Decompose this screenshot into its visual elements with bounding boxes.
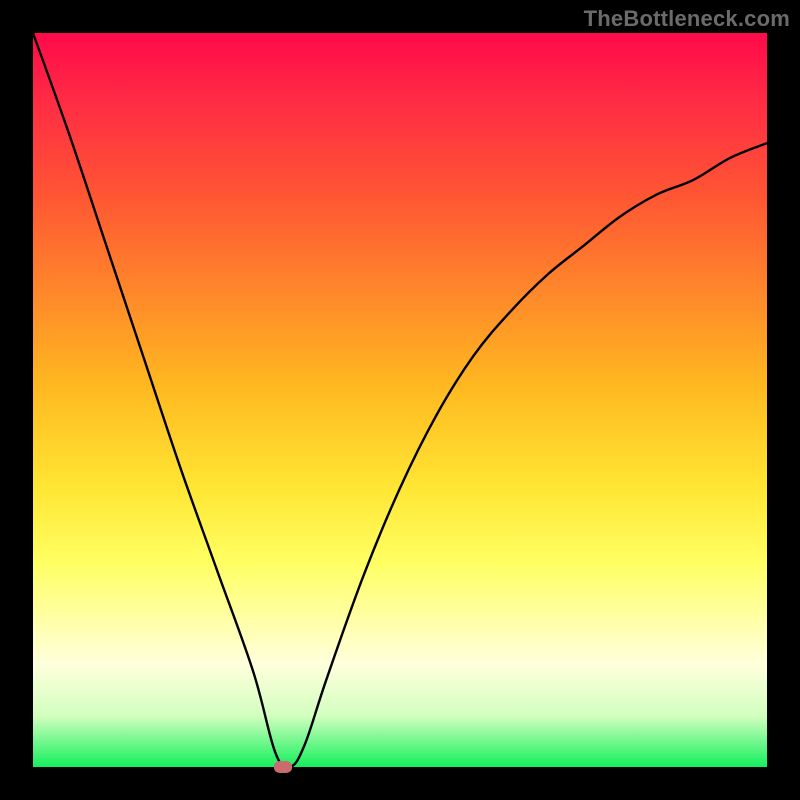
plot-area xyxy=(33,33,767,767)
minimum-marker xyxy=(274,761,292,773)
watermark-text: TheBottleneck.com xyxy=(584,6,790,32)
chart-frame: TheBottleneck.com xyxy=(0,0,800,800)
